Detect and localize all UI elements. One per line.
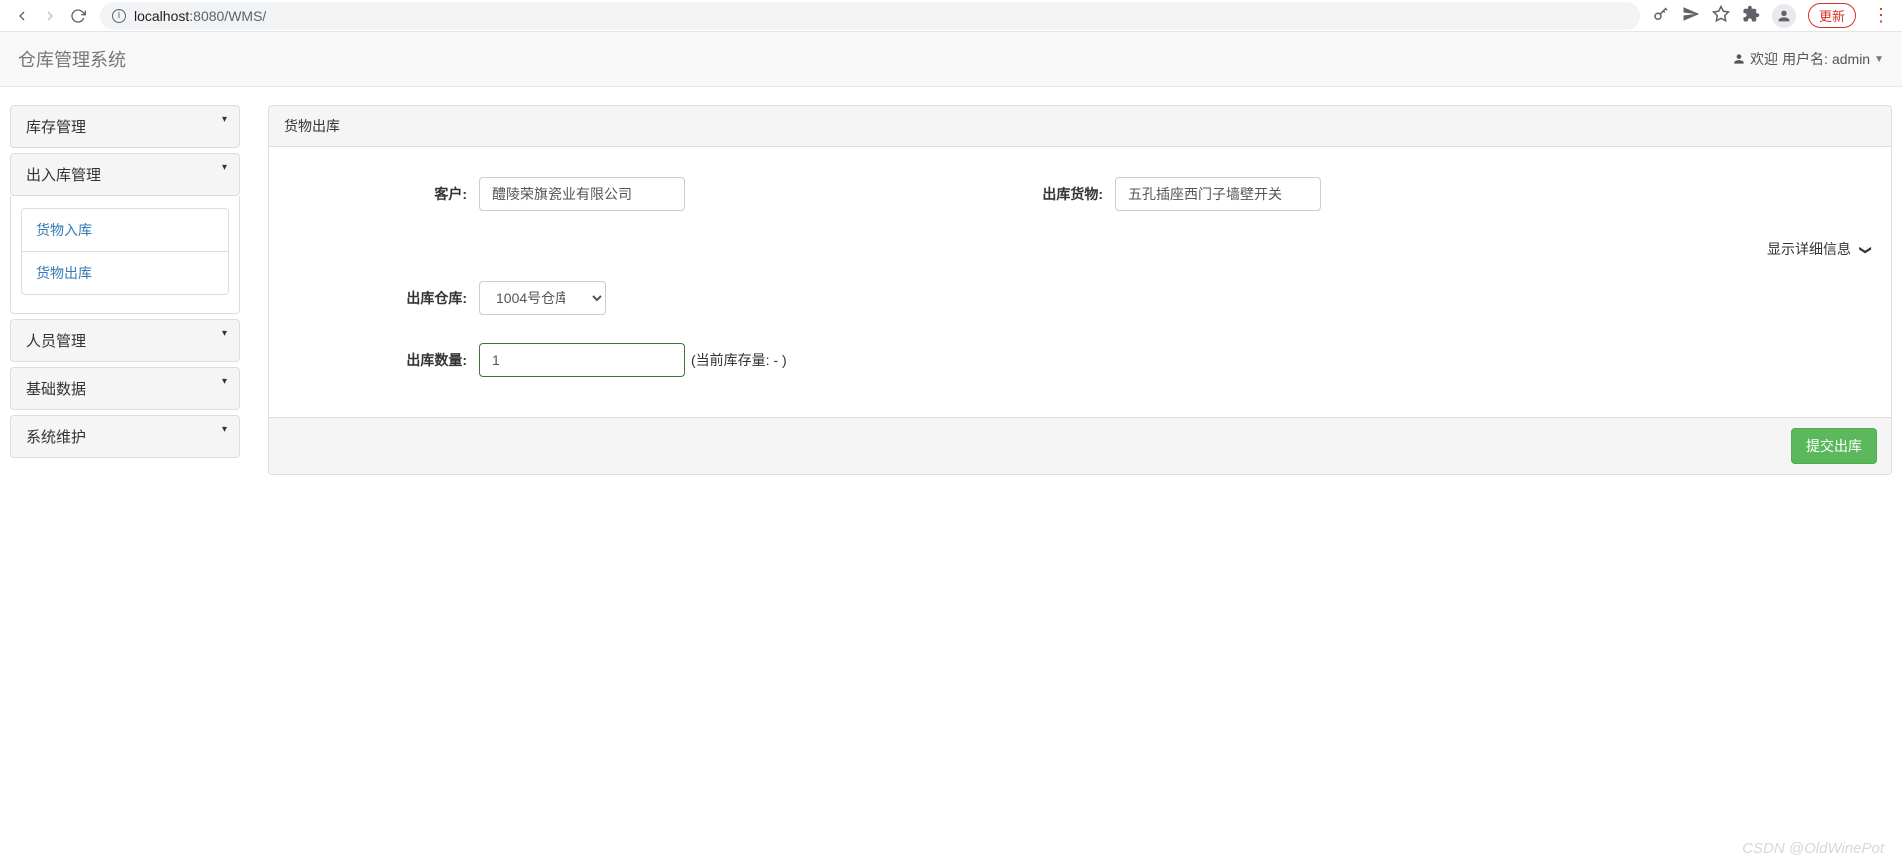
back-button[interactable] (8, 2, 36, 30)
qty-input[interactable] (479, 343, 685, 377)
main-container: 库存管理 ▾ 出入库管理 ▾ 货物入库 货物出库 人员管理 ▾ 基础数据 ▾ 系… (0, 87, 1902, 475)
sidebar-item-system[interactable]: 系统维护 ▾ (10, 415, 240, 458)
username-value: admin (1832, 51, 1870, 67)
sidebar-item-personnel[interactable]: 人员管理 ▾ (10, 319, 240, 362)
send-icon[interactable] (1682, 5, 1700, 26)
app-title: 仓库管理系统 (18, 46, 126, 72)
update-button[interactable]: 更新 (1808, 3, 1856, 28)
welcome-text: 欢迎 (1750, 49, 1778, 69)
stock-hint: (当前库存量: - ) (691, 350, 787, 370)
goods-input[interactable] (1115, 177, 1321, 211)
user-menu[interactable]: 欢迎 用户名:admin ▼ (1732, 49, 1884, 69)
caret-down-icon: ▼ (1874, 54, 1884, 65)
main-content: 货物出库 客户: 出库货物: 显示详细信息 ❯ (268, 105, 1892, 475)
sidebar-item-inventory[interactable]: 库存管理 ▾ (10, 105, 240, 148)
username-label: 用户名: (1782, 49, 1828, 69)
user-icon (1732, 52, 1746, 66)
panel-body: 客户: 出库货物: 显示详细信息 ❯ 出库仓库: (269, 147, 1891, 417)
url-host: localhost (134, 8, 189, 24)
customer-input[interactable] (479, 177, 685, 211)
app-header: 仓库管理系统 欢迎 用户名:admin ▼ (0, 32, 1902, 87)
site-info-icon[interactable]: i (112, 9, 126, 23)
qty-label: 出库数量: (349, 350, 479, 370)
key-icon[interactable] (1652, 5, 1670, 26)
sidebar-item-label: 出入库管理 (26, 167, 101, 184)
address-bar[interactable]: i localhost:8080/WMS/ (100, 2, 1640, 30)
watermark: CSDN @OldWinePot (1742, 840, 1884, 857)
warehouse-label: 出库仓库: (349, 288, 479, 308)
outbound-panel: 货物出库 客户: 出库货物: 显示详细信息 ❯ (268, 105, 1892, 475)
details-toggle-label: 显示详细信息 (1767, 241, 1851, 257)
sidebar: 库存管理 ▾ 出入库管理 ▾ 货物入库 货物出库 人员管理 ▾ 基础数据 ▾ 系… (10, 105, 240, 475)
sidebar-item-label: 系统维护 (26, 429, 86, 446)
browser-actions: 更新 ⋮ (1652, 3, 1894, 28)
caret-down-icon: ▾ (222, 328, 227, 339)
profile-icon[interactable] (1772, 4, 1796, 28)
reload-button[interactable] (64, 2, 92, 30)
panel-footer: 提交出库 (269, 417, 1891, 474)
sidebar-item-inout[interactable]: 出入库管理 ▾ (10, 153, 240, 196)
customer-label: 客户: (349, 184, 479, 204)
extensions-icon[interactable] (1742, 5, 1760, 26)
sidebar-subitem-inbound[interactable]: 货物入库 (22, 209, 228, 252)
goods-label: 出库货物: (985, 184, 1115, 204)
caret-down-icon: ▾ (222, 376, 227, 387)
caret-down-icon: ▾ (222, 162, 227, 173)
star-icon[interactable] (1712, 5, 1730, 26)
chevron-down-icon: ❯ (1859, 245, 1873, 255)
sidebar-item-label: 库存管理 (26, 119, 86, 136)
details-toggle[interactable]: 显示详细信息 ❯ (289, 239, 1871, 259)
warehouse-select[interactable]: 1004号仓库 (479, 281, 606, 315)
sidebar-subitem-outbound[interactable]: 货物出库 (22, 252, 228, 294)
menu-icon[interactable]: ⋮ (1868, 5, 1894, 26)
sidebar-item-basedata[interactable]: 基础数据 ▾ (10, 367, 240, 410)
browser-toolbar: i localhost:8080/WMS/ 更新 ⋮ (0, 0, 1902, 32)
url-path: :8080/WMS/ (189, 8, 266, 24)
sidebar-item-label: 人员管理 (26, 333, 86, 350)
caret-down-icon: ▾ (222, 114, 227, 125)
caret-down-icon: ▾ (222, 424, 227, 435)
forward-button[interactable] (36, 2, 64, 30)
sidebar-item-label: 基础数据 (26, 381, 86, 398)
submit-button[interactable]: 提交出库 (1791, 428, 1877, 464)
panel-title: 货物出库 (269, 106, 1891, 147)
sidebar-submenu-inout: 货物入库 货物出库 (10, 196, 240, 314)
